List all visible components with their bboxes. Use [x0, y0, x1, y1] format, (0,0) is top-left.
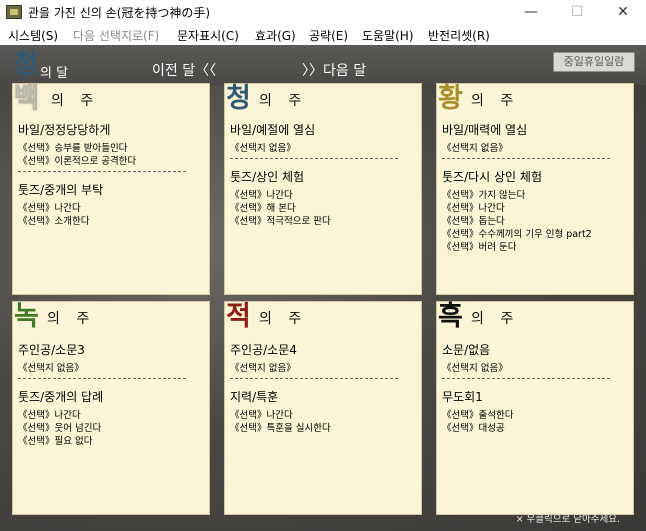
- choice-item: 《선택》버려 둔다: [442, 242, 517, 253]
- week-card-yellow: 황 의 주 바일/매력에 열심 《선택지 없음》 툿즈/다시 상인 체험 《선택…: [436, 83, 634, 295]
- menu-strategy[interactable]: 공략(E): [309, 27, 348, 44]
- prev-month-button[interactable]: 이전 달〈〈: [152, 60, 216, 80]
- maximize-button[interactable]: ☐: [554, 0, 600, 25]
- event-title: 툿즈/중개의 부탁: [18, 183, 104, 197]
- divider: [442, 158, 610, 159]
- week-suffix: 의 주: [471, 93, 520, 109]
- menu-system[interactable]: 시스템(S): [8, 27, 58, 44]
- choice-item: 《선택지 없음》: [442, 143, 508, 154]
- minimize-button[interactable]: —: [508, 0, 554, 25]
- event-title: 바일/매력에 열심: [442, 123, 528, 137]
- event-title: 툿즈/상인 체험: [230, 170, 305, 184]
- window-title: 관을 가진 신의 손(冠を持つ神の手): [28, 6, 211, 20]
- choice-item: 《선택》나간다: [18, 203, 81, 214]
- choice-item: 《선택》가지 않는다: [442, 190, 526, 201]
- event-title: 소문/없음: [442, 343, 491, 357]
- choice-item: 《선택》소개한다: [18, 216, 90, 227]
- choice-item: 《선택》특훈을 실시한다: [230, 423, 331, 434]
- choice-item: 《선택》대성공: [442, 423, 505, 434]
- choice-item: 《선택》이론적으로 공격한다: [18, 156, 137, 167]
- divider: [18, 378, 186, 379]
- next-month-button[interactable]: 〉〉다음 달: [302, 60, 366, 80]
- menu-next-choice[interactable]: 다음 선택지로(F): [73, 27, 159, 44]
- choice-item: 《선택》승부를 받아들인다: [18, 143, 128, 154]
- week-suffix: 의 주: [471, 311, 520, 327]
- event-title: 바일/정정당당하게: [18, 123, 111, 137]
- event-title: 주인공/소문4: [230, 343, 297, 357]
- menu-help[interactable]: 도움말(H): [362, 27, 414, 44]
- holiday-list-button[interactable]: 중일휴일일람: [553, 52, 635, 72]
- divider: [230, 158, 398, 159]
- menu-effects[interactable]: 효과(G): [255, 27, 296, 44]
- event-title: 툿즈/다시 상인 체험: [442, 170, 542, 184]
- calendar-panel: 청 의 달 이전 달〈〈 〉〉다음 달 중일휴일일람 백 의 주 바일/정정당당…: [0, 45, 646, 531]
- menu-text-display[interactable]: 문자표시(C): [177, 27, 239, 44]
- choice-item: 《선택지 없음》: [230, 143, 296, 154]
- week-card-white: 백 의 주 바일/정정당당하게 《선택》승부를 받아들인다 《선택》이론적으로 …: [12, 83, 210, 295]
- choice-item: 《선택》나간다: [230, 410, 293, 421]
- close-hint: × 우클릭으로 닫아주세요.: [515, 514, 620, 525]
- week-suffix: 의 주: [47, 311, 96, 327]
- week-char: 황: [438, 83, 463, 114]
- week-suffix: 의 주: [259, 311, 308, 327]
- month-char: 청: [13, 49, 38, 80]
- choice-item: 《선택지 없음》: [230, 363, 296, 374]
- week-char: 적: [226, 301, 251, 332]
- app-icon: [6, 5, 22, 19]
- month-suffix: 의 달: [40, 66, 69, 81]
- week-char: 청: [226, 83, 251, 114]
- divider: [230, 378, 398, 379]
- divider: [18, 171, 186, 172]
- week-suffix: 의 주: [51, 93, 100, 109]
- choice-item: 《선택》나간다: [442, 203, 505, 214]
- week-char: 백: [14, 83, 40, 114]
- menu-bar: 시스템(S) 다음 선택지로(F) 문자표시(C) 효과(G) 공략(E) 도움…: [0, 25, 646, 45]
- event-title: 바일/예절에 열심: [230, 123, 316, 137]
- week-card-green: 녹 의 주 주인공/소문3 《선택지 없음》 툿즈/중개의 답례 《선택》나간다…: [12, 301, 210, 515]
- event-title: 무도회1: [442, 390, 483, 404]
- week-card-black: 흑 의 주 소문/없음 《선택지 없음》 무도회1 《선택》출석한다 《선택》대…: [436, 301, 634, 515]
- event-title: 주인공/소문3: [18, 343, 85, 357]
- choice-item: 《선택》적극적으로 판다: [230, 216, 331, 227]
- choice-item: 《선택》나간다: [18, 410, 81, 421]
- menu-reverse-reset[interactable]: 반전리셋(R): [428, 27, 490, 44]
- title-bar: 관을 가진 신의 손(冠を持つ神の手) — ☐ ✕: [0, 0, 646, 25]
- week-card-red: 적 의 주 주인공/소문4 《선택지 없음》 지력/특훈 《선택》나간다 《선택…: [224, 301, 422, 515]
- choice-item: 《선택지 없음》: [18, 363, 84, 374]
- week-char: 녹: [14, 301, 39, 332]
- divider: [442, 378, 610, 379]
- event-title: 지력/특훈: [230, 390, 279, 404]
- choice-item: 《선택》수수께끼의 기우 인형 part2: [442, 229, 592, 240]
- choice-item: 《선택》해 본다: [230, 203, 296, 214]
- choice-item: 《선택》돕는다: [442, 216, 505, 227]
- event-title: 툿즈/중개의 답례: [18, 390, 104, 404]
- choice-item: 《선택지 없음》: [442, 363, 508, 374]
- close-button[interactable]: ✕: [600, 0, 646, 25]
- week-suffix: 의 주: [259, 93, 308, 109]
- choice-item: 《선택》필요 없다: [18, 436, 93, 447]
- choice-item: 《선택》웃어 넘긴다: [18, 423, 102, 434]
- week-char: 흑: [438, 301, 463, 332]
- week-card-blue: 청 의 주 바일/예절에 열심 《선택지 없음》 툿즈/상인 체험 《선택》나간…: [224, 83, 422, 295]
- choice-item: 《선택》나간다: [230, 190, 293, 201]
- choice-item: 《선택》출석한다: [442, 410, 514, 421]
